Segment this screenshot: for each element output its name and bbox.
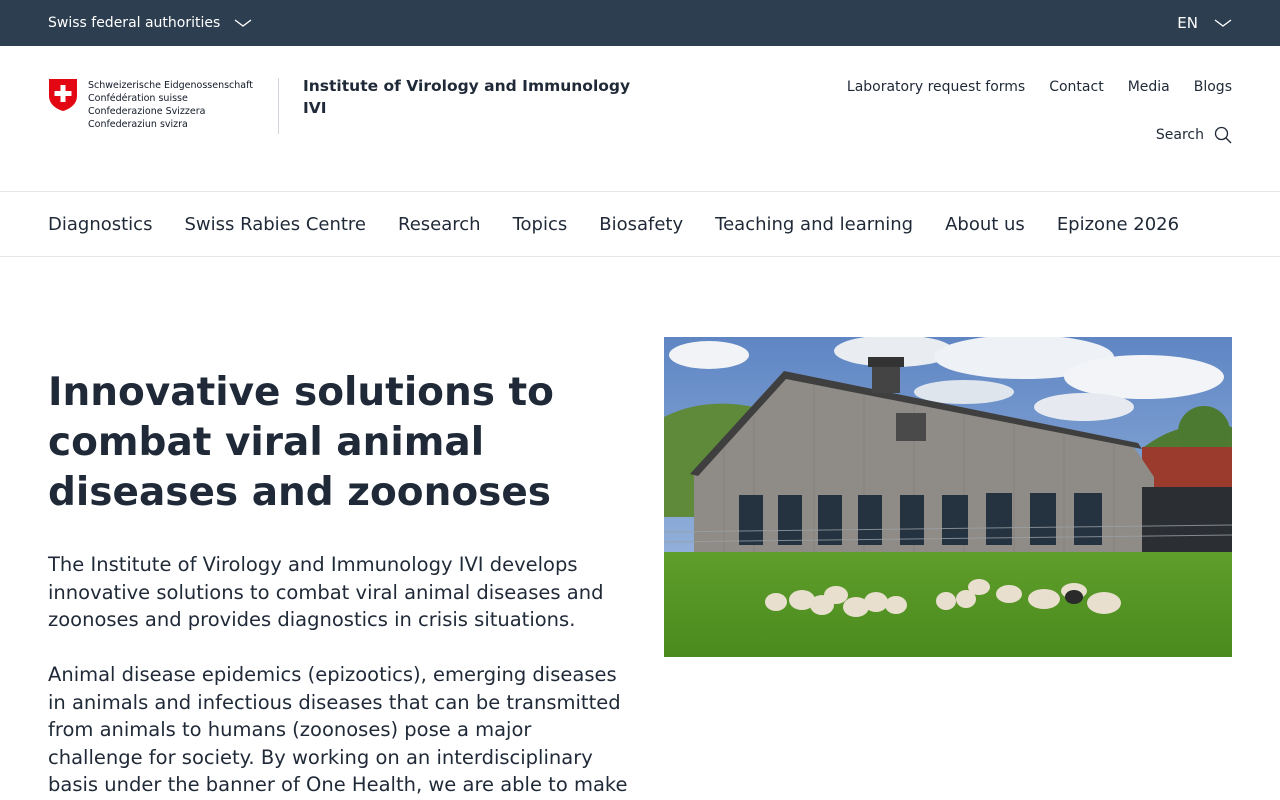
confed-line-it: Confederazione Svizzera bbox=[88, 106, 206, 117]
search-button[interactable]: Search bbox=[1156, 126, 1232, 144]
institute-name[interactable]: Institute of Virology and Immunology IVI bbox=[303, 75, 633, 119]
federal-authorities-label: Swiss federal authorities bbox=[48, 15, 221, 31]
nav-item-topics[interactable]: Topics bbox=[513, 214, 568, 235]
search-label: Search bbox=[1155, 127, 1204, 143]
confed-line-rm: Confederaziun svizra bbox=[88, 119, 188, 130]
nav-item-biosafety[interactable]: Biosafety bbox=[599, 214, 683, 235]
service-link-blogs[interactable]: Blogs bbox=[1194, 79, 1232, 95]
page-title: Innovative solutions to combat viral ani… bbox=[48, 370, 554, 515]
nav-item-about-us[interactable]: About us bbox=[945, 214, 1025, 235]
hero-image bbox=[664, 337, 1232, 657]
main-navigation: Diagnostics Swiss Rabies Centre Research… bbox=[0, 192, 1280, 257]
logo-divider bbox=[278, 78, 279, 134]
service-link-media[interactable]: Media bbox=[1128, 79, 1170, 95]
language-switcher[interactable]: EN bbox=[1177, 0, 1232, 46]
barn-sheep-illustration bbox=[664, 337, 1232, 657]
nav-item-swiss-rabies-centre[interactable]: Swiss Rabies Centre bbox=[184, 214, 366, 235]
search-icon bbox=[1214, 126, 1232, 144]
language-label: EN bbox=[1177, 14, 1198, 32]
federal-bar: Swiss federal authorities EN bbox=[0, 0, 1280, 46]
confederation-text: Schweizerische Eidgenossenschaft Confédé… bbox=[88, 79, 253, 131]
confederation-logo[interactable]: Schweizerische Eidgenossenschaft Confédé… bbox=[48, 78, 253, 131]
site-header: Schweizerische Eidgenossenschaft Confédé… bbox=[0, 46, 1280, 192]
service-link-lab-forms[interactable]: Laboratory request forms bbox=[847, 79, 1025, 95]
federal-authorities-dropdown[interactable]: Swiss federal authorities bbox=[48, 0, 252, 46]
swiss-shield-icon bbox=[49, 79, 77, 111]
nav-item-diagnostics[interactable]: Diagnostics bbox=[48, 214, 152, 235]
service-link-contact[interactable]: Contact bbox=[1049, 79, 1103, 95]
chevron-down-icon bbox=[234, 19, 252, 27]
confed-line-de: Schweizerische Eidgenossenschaft bbox=[88, 80, 254, 91]
lead-paragraph: The Institute of Virology and Immunology… bbox=[48, 553, 604, 631]
body-paragraph: Animal disease epidemics (epizootics), e… bbox=[48, 663, 628, 796]
confed-line-fr: Confédération suisse bbox=[88, 93, 188, 104]
nav-item-epizone-2026[interactable]: Epizone 2026 bbox=[1057, 214, 1179, 235]
chevron-down-icon bbox=[1214, 19, 1232, 27]
nav-item-research[interactable]: Research bbox=[398, 214, 481, 235]
service-navigation: Laboratory request forms Contact Media B… bbox=[847, 79, 1232, 95]
nav-item-teaching-and-learning[interactable]: Teaching and learning bbox=[715, 214, 913, 235]
